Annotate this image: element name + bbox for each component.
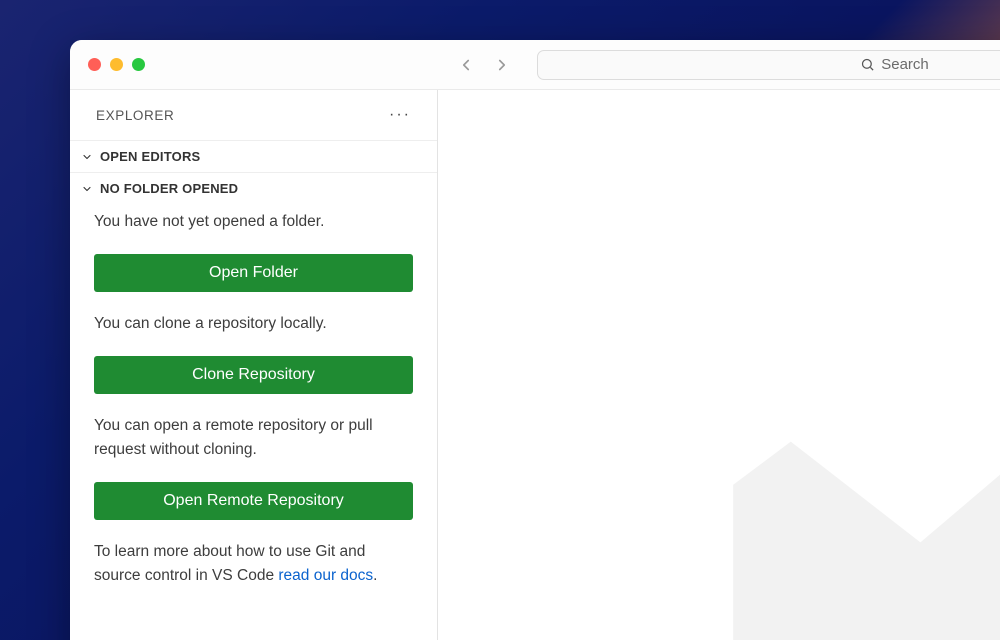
arrow-left-icon	[457, 56, 475, 74]
open-editors-label: OPEN EDITORS	[100, 149, 200, 164]
open-remote-repository-button[interactable]: Open Remote Repository	[94, 482, 413, 520]
remote-message: You can open a remote repository or pull…	[94, 414, 413, 462]
nav-forward-button[interactable]	[491, 54, 513, 76]
chevron-down-icon	[80, 182, 94, 196]
no-folder-message: You have not yet opened a folder.	[94, 210, 413, 234]
docs-suffix: .	[373, 567, 377, 584]
sidebar-header: EXPLORER ···	[70, 90, 437, 140]
nav-arrows	[455, 54, 513, 76]
vscode-watermark-icon	[690, 240, 1000, 640]
open-folder-button[interactable]: Open Folder	[94, 254, 413, 292]
docs-message: To learn more about how to use Git and s…	[94, 540, 413, 588]
open-editors-section-header[interactable]: OPEN EDITORS	[70, 140, 437, 172]
titlebar: Search	[70, 40, 1000, 90]
no-folder-panel: You have not yet opened a folder. Open F…	[70, 204, 437, 608]
window-controls	[88, 58, 145, 71]
clone-repository-button[interactable]: Clone Repository	[94, 356, 413, 394]
read-our-docs-link[interactable]: read our docs	[278, 567, 373, 584]
sidebar-title: EXPLORER	[96, 108, 174, 123]
zoom-window-button[interactable]	[132, 58, 145, 71]
minimize-window-button[interactable]	[110, 58, 123, 71]
sidebar-more-button[interactable]: ···	[385, 103, 415, 127]
window-body: EXPLORER ··· OPEN EDITORS NO FOLDER OPEN…	[70, 90, 1000, 640]
search-placeholder: Search	[881, 56, 929, 73]
explorer-sidebar: EXPLORER ··· OPEN EDITORS NO FOLDER OPEN…	[70, 90, 438, 640]
search-wrap: Search	[537, 50, 1000, 80]
nav-back-button[interactable]	[455, 54, 477, 76]
close-window-button[interactable]	[88, 58, 101, 71]
no-folder-section-header[interactable]: NO FOLDER OPENED	[70, 172, 437, 204]
chevron-down-icon	[80, 150, 94, 164]
clone-message: You can clone a repository locally.	[94, 312, 413, 336]
arrow-right-icon	[493, 56, 511, 74]
editor-area	[438, 90, 1000, 640]
search-icon	[860, 57, 875, 72]
no-folder-label: NO FOLDER OPENED	[100, 181, 238, 196]
app-window: Search EXPLORER ··· OPEN EDITORS NO FOLD…	[70, 40, 1000, 640]
command-center-search[interactable]: Search	[537, 50, 1000, 80]
